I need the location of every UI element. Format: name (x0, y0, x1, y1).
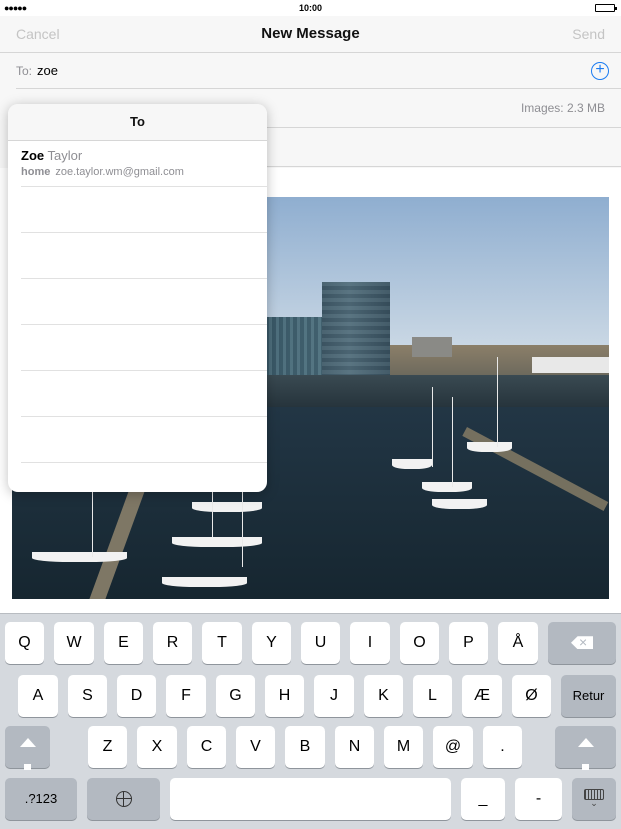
status-time: 10:00 (298, 3, 323, 13)
key-q[interactable]: Q (5, 622, 44, 664)
keyboard: Q W E R T Y U I O P Å A S D F G H J K L … (0, 613, 621, 829)
key-m[interactable]: M (384, 726, 423, 768)
photo-boat (422, 482, 472, 492)
compose-navbar: Cancel New Message Send (0, 16, 621, 53)
suggestion-last-name: Taylor (47, 148, 83, 163)
photo-boat (392, 459, 432, 469)
key-d[interactable]: D (117, 675, 156, 717)
recipient-suggestions-popover: To Zoe Taylor home zoe.taylor.wm@gmail.co… (8, 104, 267, 492)
photo-boat (162, 577, 247, 587)
empty-row (21, 325, 267, 371)
key-a-ring[interactable]: Å (498, 622, 538, 664)
shift-icon (19, 726, 36, 774)
key-underscore[interactable]: _ (461, 778, 505, 820)
to-input[interactable]: zoe (37, 63, 58, 78)
suggestion-name: Zoe Taylor (21, 148, 82, 163)
key-y[interactable]: Y (252, 622, 291, 664)
photo-boat (32, 552, 127, 562)
photo-boat (172, 537, 262, 547)
send-button[interactable]: Send (572, 26, 605, 42)
key-r[interactable]: R (153, 622, 192, 664)
photo-mast (497, 357, 498, 447)
photo-boat (192, 502, 262, 512)
key-c[interactable]: C (187, 726, 226, 768)
images-size-label[interactable]: Images: 2.3 MB (521, 101, 605, 115)
key-z[interactable]: Z (88, 726, 127, 768)
suggestion-first-name: Zoe (21, 148, 45, 163)
globe-icon (115, 790, 132, 807)
photo-boat (432, 499, 487, 509)
globe-key[interactable] (87, 778, 160, 820)
shift-key-right[interactable] (555, 726, 616, 770)
key-f[interactable]: F (166, 675, 206, 717)
key-i[interactable]: I (350, 622, 390, 664)
backspace-icon (571, 636, 593, 650)
key-j[interactable]: J (314, 675, 354, 717)
photo-building (412, 337, 452, 357)
key-x[interactable]: X (137, 726, 177, 768)
key-g[interactable]: G (216, 675, 255, 717)
key-period[interactable]: . (483, 726, 522, 768)
suggestion-email: zoe.taylor.wm@gmail.com (55, 166, 184, 178)
return-key[interactable]: Retur (561, 675, 616, 717)
photo-mast (432, 387, 433, 467)
shift-key-left[interactable] (5, 726, 50, 770)
shift-icon (577, 726, 594, 774)
suggestion-kind: home (21, 166, 51, 178)
to-row[interactable]: To: zoe + (0, 53, 621, 89)
key-at[interactable]: @ (433, 726, 473, 768)
empty-row (21, 187, 267, 233)
suggestion-detail: home zoe.taylor.wm@gmail.com (21, 166, 184, 178)
status-bar: ●●●●● 10:00 (0, 0, 621, 16)
popover-title: To (8, 104, 267, 141)
key-o-slash[interactable]: Ø (512, 675, 551, 717)
chevron-down-icon: ⌄ (590, 798, 598, 808)
key-t[interactable]: T (202, 622, 242, 664)
empty-row (21, 233, 267, 279)
empty-row (21, 463, 267, 492)
photo-building (532, 357, 609, 373)
key-p[interactable]: P (449, 622, 488, 664)
backspace-key[interactable] (548, 622, 616, 664)
photo-boat (467, 442, 512, 452)
divider (16, 88, 621, 89)
photo-mast (92, 487, 93, 557)
numbers-key[interactable]: .?123 (5, 778, 77, 820)
key-e[interactable]: E (104, 622, 143, 664)
to-label: To: (16, 64, 33, 78)
popover-arrow (35, 94, 55, 104)
add-contact-icon[interactable]: + (591, 62, 609, 80)
key-n[interactable]: N (335, 726, 374, 768)
page-title: New Message (261, 25, 360, 42)
dismiss-keyboard-key[interactable]: ⌄ (572, 778, 616, 820)
key-h[interactable]: H (265, 675, 304, 717)
key-o[interactable]: O (400, 622, 439, 664)
key-u[interactable]: U (301, 622, 340, 664)
key-k[interactable]: K (364, 675, 403, 717)
key-ae[interactable]: Æ (462, 675, 502, 717)
space-bar[interactable] (170, 778, 451, 820)
key-w[interactable]: W (54, 622, 94, 664)
empty-row (21, 417, 267, 463)
key-a[interactable]: A (18, 675, 58, 717)
empty-row (21, 279, 267, 325)
photo-mast (452, 397, 453, 487)
key-dash[interactable]: - (515, 778, 562, 820)
key-b[interactable]: B (285, 726, 325, 768)
empty-row (21, 371, 267, 417)
suggestion-item[interactable]: Zoe Taylor home zoe.taylor.wm@gmail.com (21, 141, 267, 187)
battery-icon (595, 4, 617, 12)
key-l[interactable]: L (413, 675, 452, 717)
key-v[interactable]: V (236, 726, 275, 768)
key-s[interactable]: S (68, 675, 107, 717)
